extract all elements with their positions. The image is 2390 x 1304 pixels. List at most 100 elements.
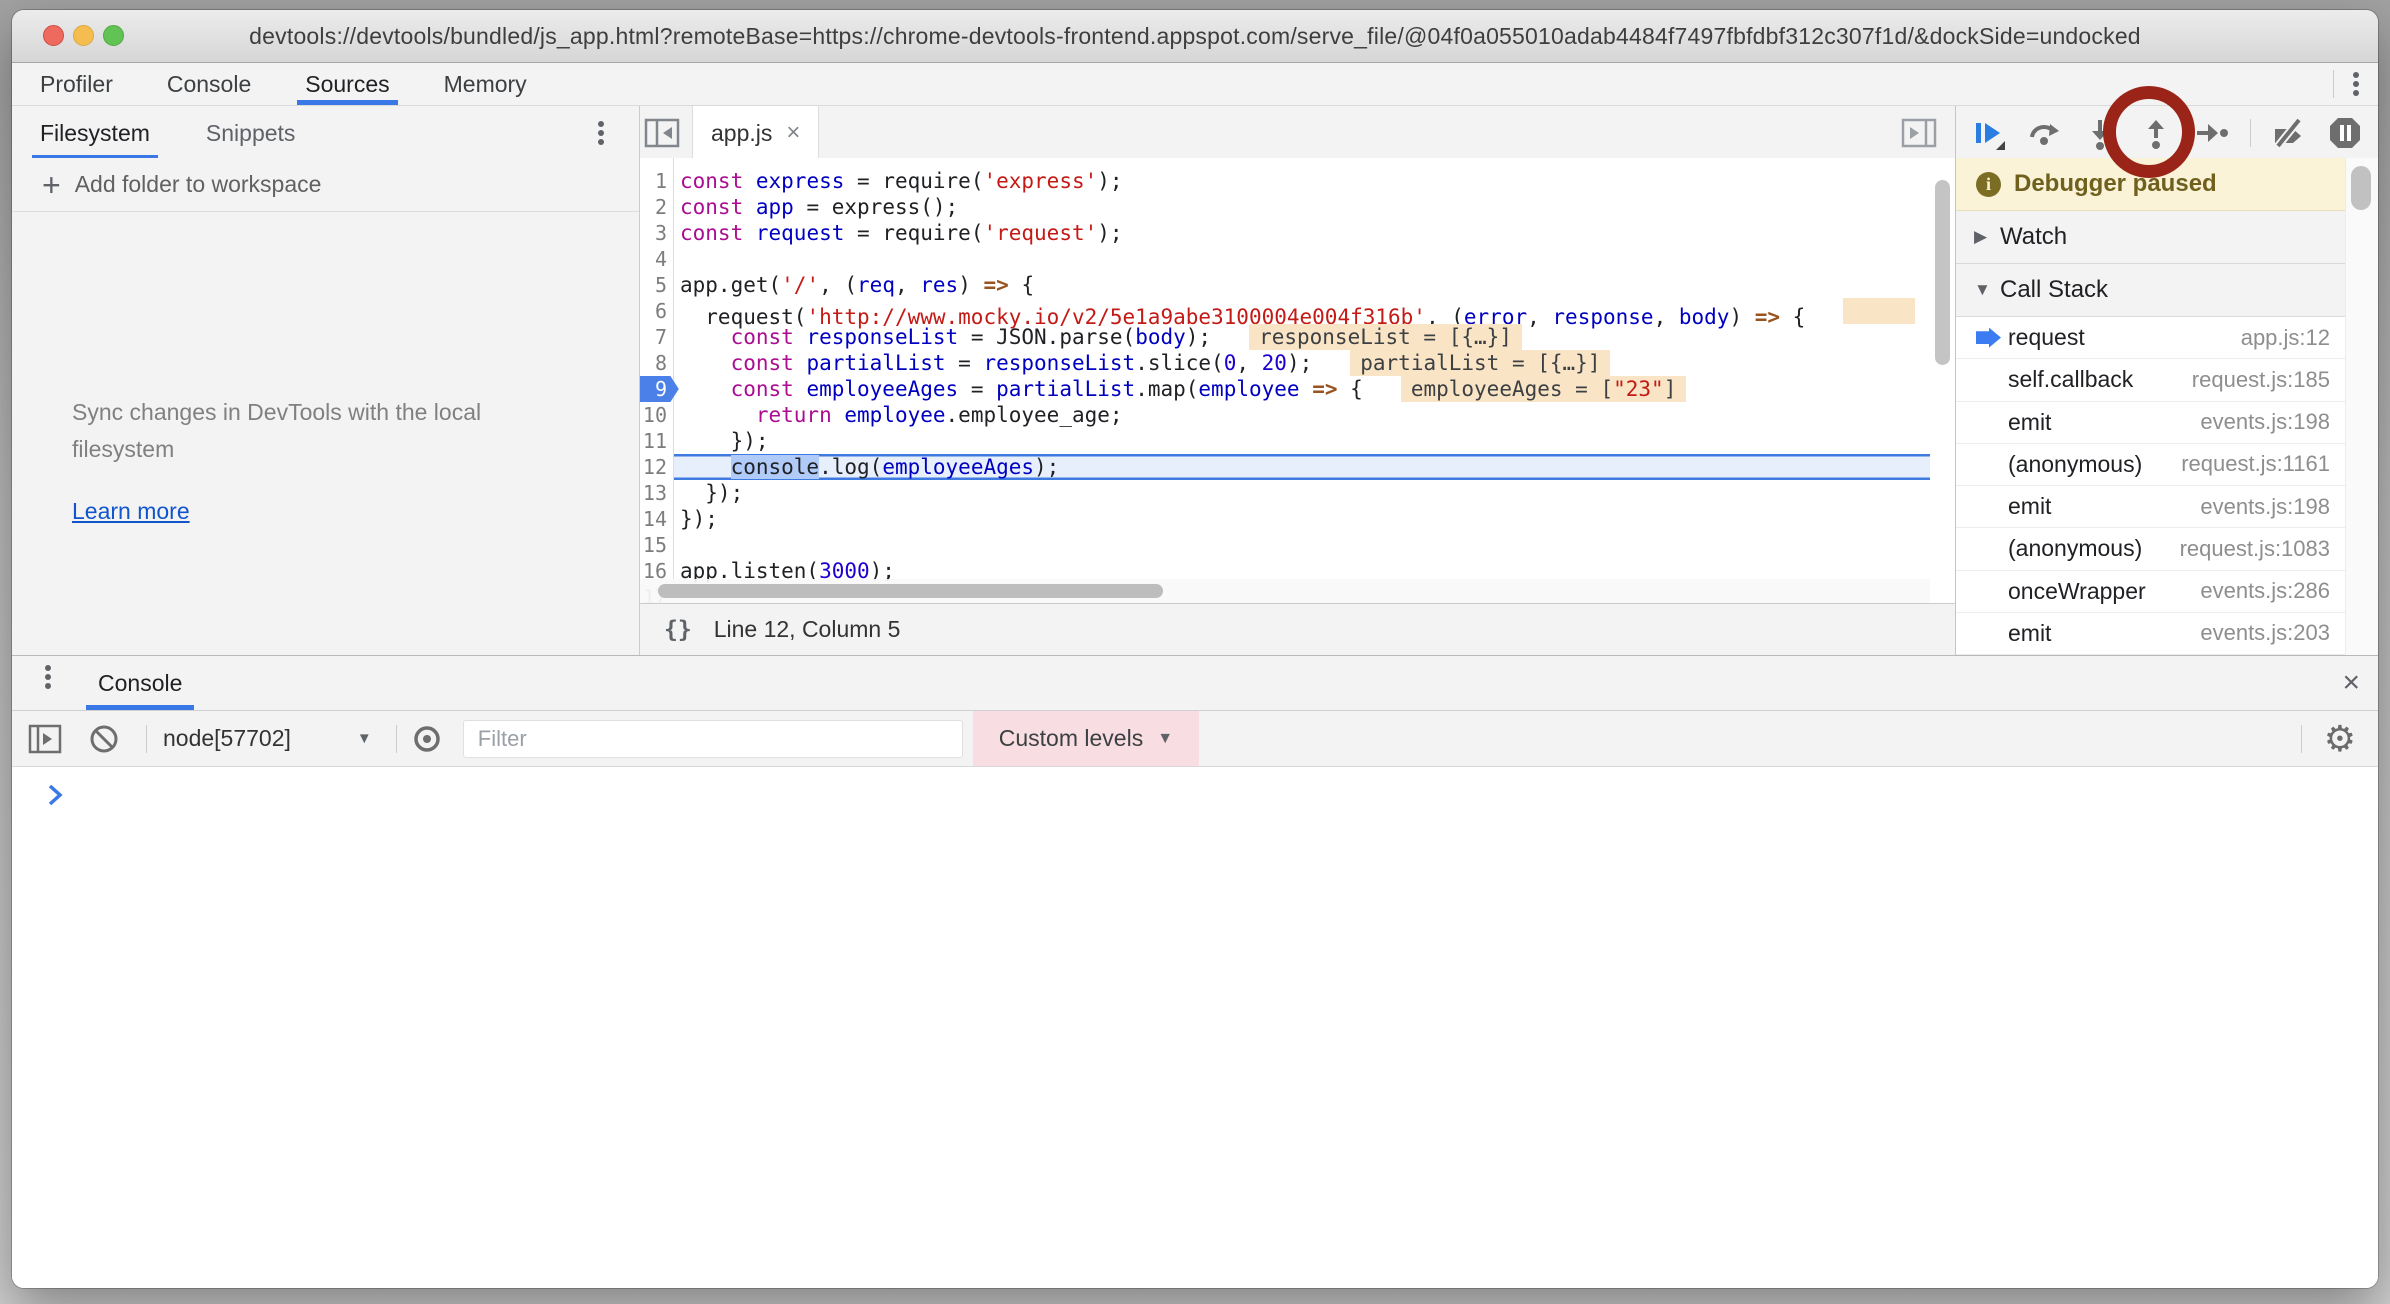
gutter-line-number[interactable]: 7 [640,324,673,350]
gutter-line-number[interactable]: 6 [640,298,673,324]
code-line[interactable]: const employeeAges = partialList.map(emp… [674,376,1930,402]
hide-navigator-icon[interactable] [640,106,684,160]
tab-filesystem[interactable]: Filesystem [30,106,160,160]
step-into-button[interactable] [2078,111,2122,155]
resume-script-button[interactable] [1966,111,2010,155]
code-line[interactable]: request('http://www.mocky.io/v2/5e1a9abe… [674,298,1930,324]
editor-vscroll-thumb[interactable] [1935,180,1950,365]
gutter-line-number[interactable]: 4 [640,246,673,272]
live-expression-eye-icon[interactable] [411,723,443,755]
editor-vertical-scrollbar[interactable] [1930,158,1955,603]
add-folder-label: Add folder to workspace [75,171,322,198]
callstack-frame[interactable]: onceWrapperevents.js:286 [1956,571,2346,613]
pause-on-exceptions-button[interactable] [2323,111,2367,155]
main-menu-kebab-icon[interactable] [2334,63,2378,105]
callstack-frame[interactable]: (anonymous)request.js:1083 [1956,528,2346,570]
minimize-window-button[interactable] [73,25,94,46]
devtools-window: devtools://devtools/bundled/js_app.html?… [12,10,2378,1288]
dropdown-caret-icon: ▼ [357,730,372,747]
navigator-tabbar: Filesystem Snippets [12,106,640,160]
tab-profiler[interactable]: Profiler [30,63,123,105]
code-editor[interactable]: 1234567891011121314151617 const express … [640,158,1955,603]
traffic-lights [43,25,124,46]
filesystem-panel: + Add folder to workspace Sync changes i… [12,158,640,655]
add-folder-button[interactable]: + Add folder to workspace [12,158,639,212]
navigator-menu-kebab-icon[interactable] [579,106,623,160]
zoom-window-button[interactable] [103,25,124,46]
file-tab-label: app.js [711,120,772,147]
gutter-line-number[interactable]: 8 [640,350,673,376]
pretty-print-icon[interactable]: {} [664,617,692,643]
code-line[interactable]: return employee.employee_age; [674,402,1930,428]
inline-debug-value: employeeAges = ["23"] [1401,376,1687,402]
gutter-line-number[interactable]: 13 [640,480,673,506]
execution-context-select[interactable]: node[57702] ▼ [163,725,372,752]
tab-memory[interactable]: Memory [434,63,537,105]
file-tab-appjs[interactable]: app.js × [692,106,819,160]
close-console-icon[interactable]: × [2342,656,2360,710]
console-filter-input[interactable] [463,720,963,758]
gutter-line-number[interactable]: 12 [640,454,673,480]
inline-debug-value: partialList = [{…}] [1350,350,1610,376]
step-out-button[interactable] [2134,111,2178,155]
code-line[interactable]: app.get('/', (req, res) => { [674,272,1930,298]
debugger-paused-banner: i Debugger paused [1956,158,2346,211]
tab-sources[interactable]: Sources [295,63,399,105]
code-line[interactable]: }); [674,506,1930,532]
console-toolbar-divider [146,725,147,753]
tab-console-drawer[interactable]: Console [84,656,196,710]
console-header: Console × [12,656,2378,711]
tab-snippets[interactable]: Snippets [196,106,306,160]
sidebar-scrollbar[interactable] [2345,158,2378,655]
gutter-line-number[interactable]: 2 [640,194,673,220]
gutter-line-number[interactable]: 1 [640,168,673,194]
code-line[interactable] [674,246,1930,272]
console-prompt-chevron-icon[interactable] [48,783,64,812]
gutter-line-number[interactable]: 15 [640,532,673,558]
current-frame-arrow-icon [1976,328,2001,348]
code-line[interactable]: }); [674,480,1930,506]
editor-horizontal-scrollbar[interactable] [640,579,1930,603]
console-settings-gear-icon[interactable]: ⚙ [2324,721,2356,757]
editor-code-area[interactable]: const express = require('express');const… [674,158,1930,603]
editor-gutter[interactable]: 1234567891011121314151617 [640,158,674,603]
callstack-frame[interactable]: requestapp.js:12 [1956,317,2346,359]
callstack-frame[interactable]: emitevents.js:198 [1956,402,2346,444]
gutter-line-number[interactable]: 11 [640,428,673,454]
close-file-icon[interactable]: × [786,121,800,145]
callstack-frame[interactable]: emitevents.js:203 [1956,613,2346,655]
callstack-frame[interactable]: emitevents.js:198 [1956,486,2346,528]
code-line[interactable]: const express = require('express'); [674,168,1930,194]
tab-console[interactable]: Console [157,63,261,105]
execution-code-line[interactable]: console.log(employeeAges); [674,454,1930,480]
frame-function-name: emit [2008,620,2051,647]
console-output[interactable] [12,767,2378,1288]
callstack-frame[interactable]: self.callbackrequest.js:185 [1956,359,2346,401]
callstack-frame[interactable]: (anonymous)request.js:1161 [1956,444,2346,486]
log-levels-dropdown[interactable]: Custom levels ▼ [973,711,1199,766]
clear-console-icon[interactable] [88,723,120,755]
code-line[interactable]: const partialList = responseList.slice(0… [674,350,1930,376]
gutter-line-number[interactable]: 5 [640,272,673,298]
show-console-sidebar-icon[interactable] [28,724,62,754]
code-line[interactable]: const request = require('request'); [674,220,1930,246]
editor-hscroll-thumb[interactable] [658,584,1163,598]
code-line[interactable] [674,532,1930,558]
editor-tabbar: app.js × [640,106,1955,160]
watch-section-header[interactable]: ▶ Watch [1956,211,2346,264]
debug-toolbar-divider [2250,119,2251,147]
show-debugger-sidebar-icon[interactable] [1897,106,1941,160]
code-line[interactable]: }); [674,428,1930,454]
gutter-line-number[interactable]: 10 [640,402,673,428]
gutter-line-number[interactable]: 14 [640,506,673,532]
step-button[interactable] [2190,111,2234,155]
code-line[interactable]: const app = express(); [674,194,1930,220]
deactivate-breakpoints-button[interactable] [2267,111,2311,155]
learn-more-link[interactable]: Learn more [72,498,190,525]
console-menu-kebab-icon[interactable] [26,656,70,698]
sidebar-scroll-thumb[interactable] [2351,166,2371,210]
step-over-button[interactable] [2022,111,2066,155]
gutter-line-number[interactable]: 3 [640,220,673,246]
callstack-section-header[interactable]: ▼ Call Stack [1956,264,2346,317]
close-window-button[interactable] [43,25,64,46]
